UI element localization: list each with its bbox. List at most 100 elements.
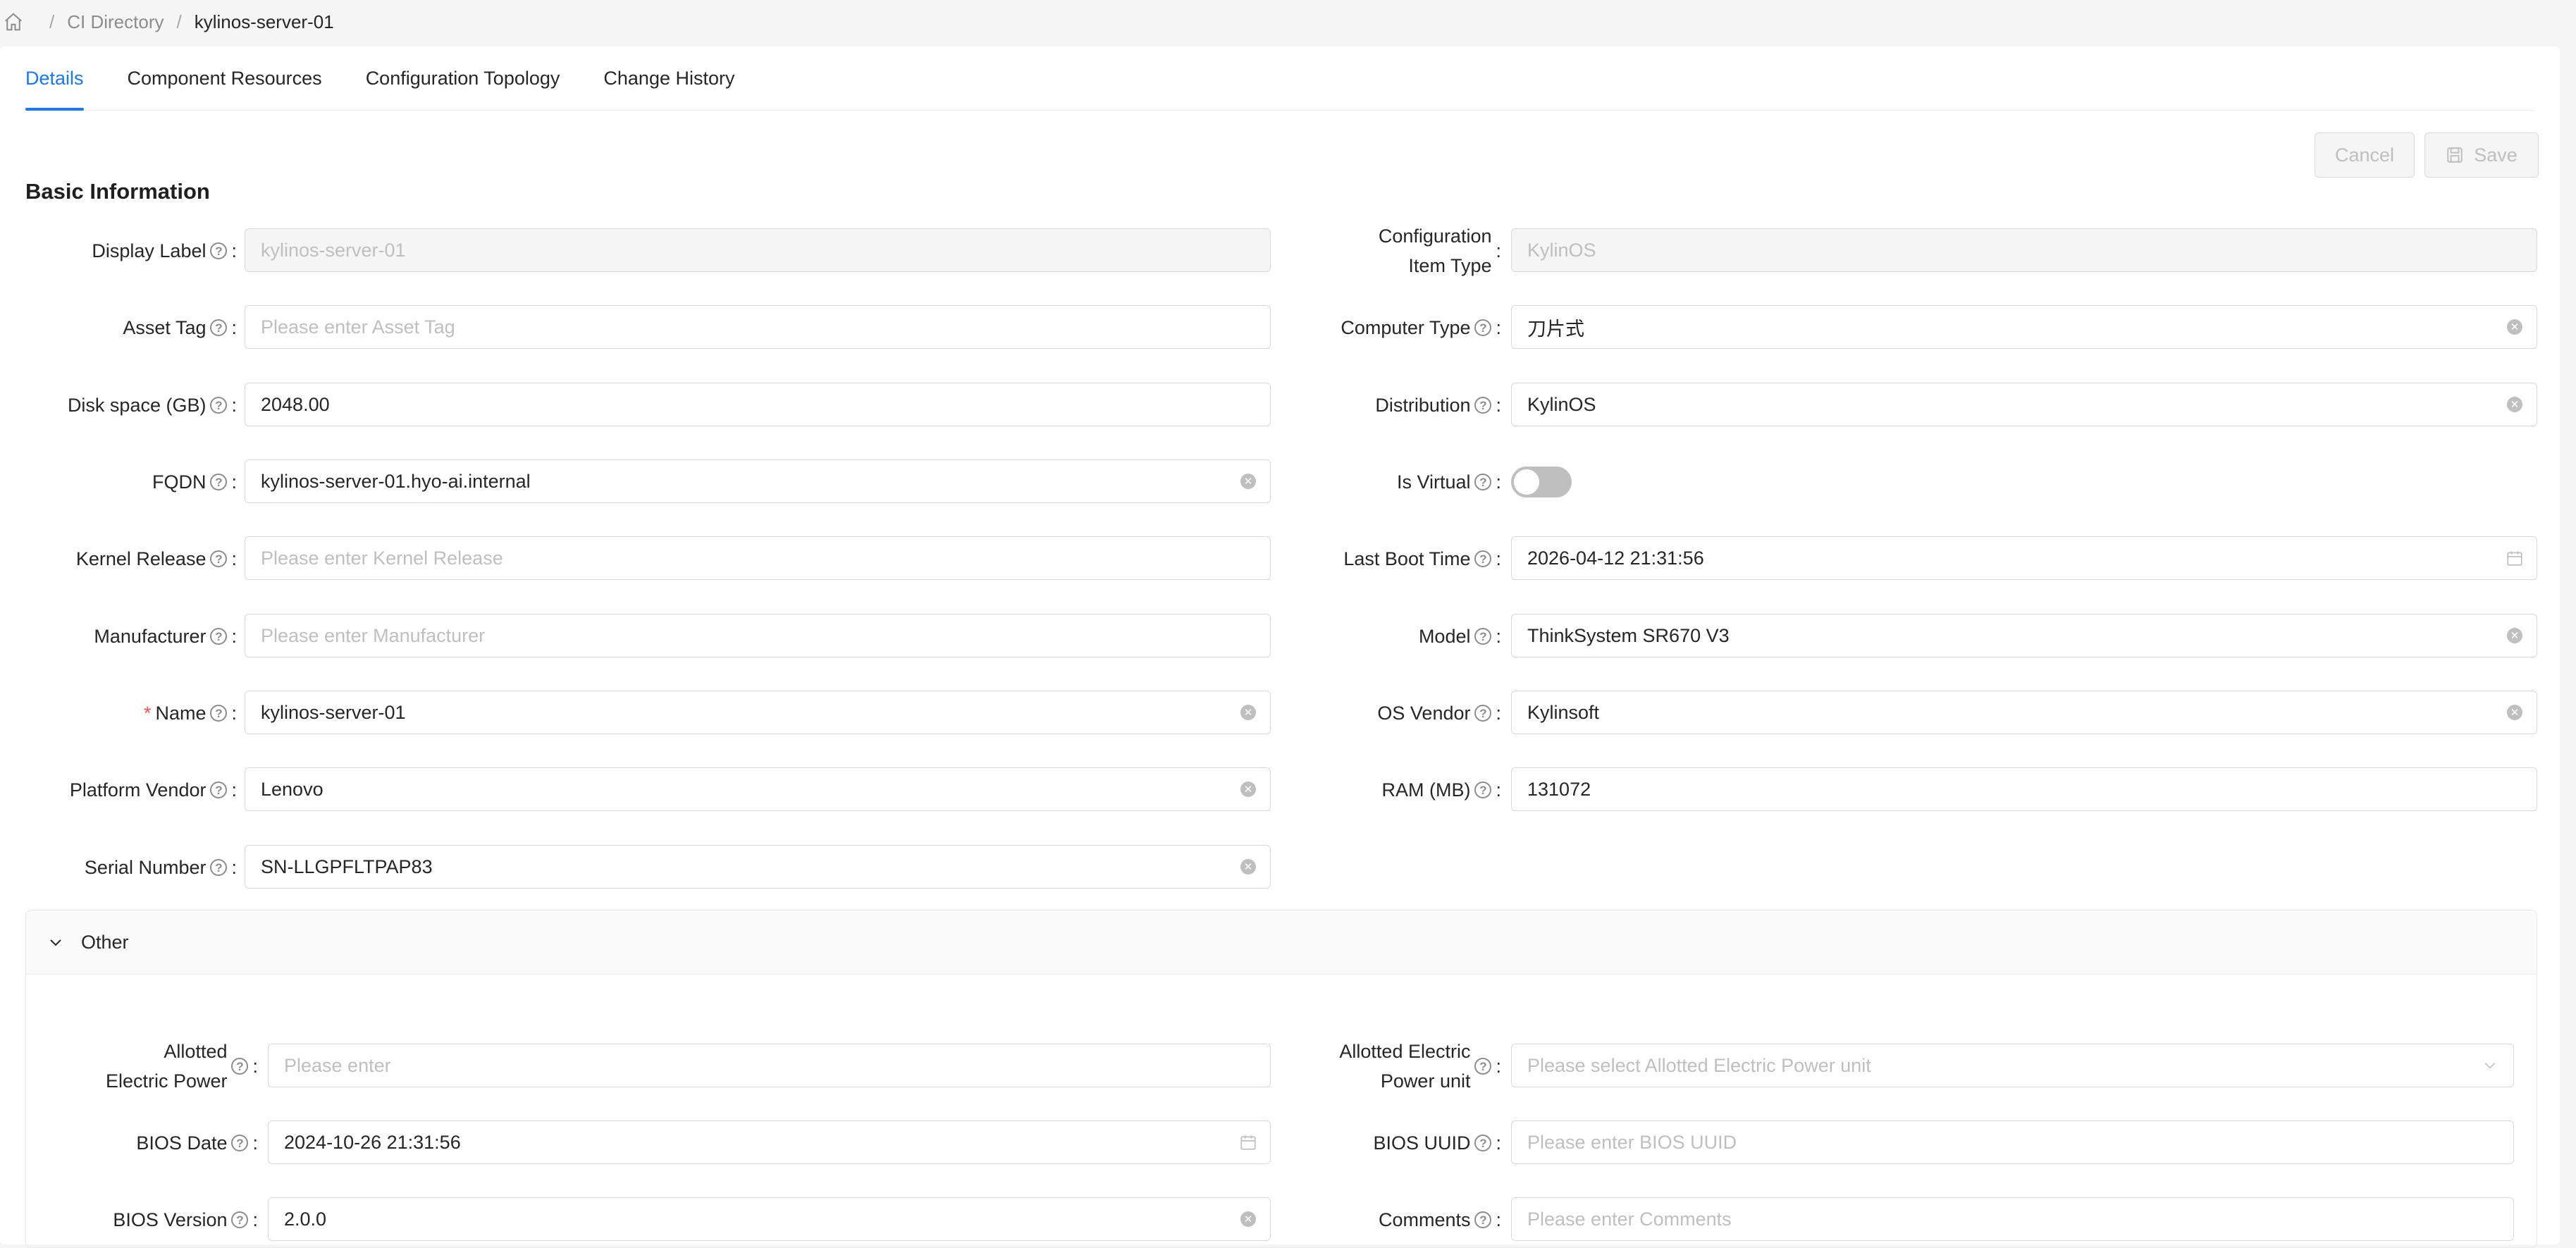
help-icon[interactable]: ? — [210, 397, 228, 414]
clear-icon[interactable]: ✕ — [1240, 859, 1256, 875]
os-vendor-input[interactable]: Kylinsoft ✕ — [1511, 691, 2537, 734]
help-icon[interactable]: ? — [231, 1058, 249, 1075]
label-ci-type: Configuration Item Type: — [1304, 221, 1501, 280]
help-icon[interactable]: ? — [231, 1135, 249, 1151]
help-icon[interactable]: ? — [1474, 1211, 1492, 1228]
label-kernel-release: Kernel Release?: — [25, 544, 237, 574]
is-virtual-toggle[interactable] — [1511, 467, 1572, 498]
last-boot-time-input[interactable]: 2026-04-12 21:31:56 — [1511, 536, 2537, 580]
display-label-input[interactable]: kylinos-server-01 — [245, 228, 1271, 272]
allotted-electric-power-unit-select[interactable]: Please select Allotted Electric Power un… — [1511, 1044, 2514, 1087]
comments-input[interactable]: Please enter Comments — [1511, 1197, 2514, 1241]
calendar-icon[interactable] — [1239, 1133, 1257, 1151]
clear-icon[interactable]: ✕ — [2507, 628, 2522, 643]
manufacturer-input[interactable]: Please enter Manufacturer — [245, 614, 1271, 657]
clear-icon[interactable]: ✕ — [2507, 397, 2522, 412]
kernel-release-input[interactable]: Please enter Kernel Release — [245, 536, 1271, 580]
other-section-header[interactable]: Other — [26, 910, 2537, 975]
ram-input[interactable]: 131072 — [1511, 767, 2537, 811]
bios-uuid-input[interactable]: Please enter BIOS UUID — [1511, 1120, 2514, 1164]
disk-space-input[interactable]: 2048.00 — [245, 383, 1271, 426]
cancel-button[interactable]: Cancel — [2315, 132, 2415, 178]
label-text: Kernel Release — [75, 548, 207, 569]
breadcrumb-ci-directory[interactable]: CI Directory — [67, 11, 164, 33]
computer-type-input[interactable]: 刀片式 ✕ — [1511, 305, 2537, 349]
ci-type-input[interactable]: KylinOS — [1511, 228, 2537, 272]
distribution-input[interactable]: KylinOS ✕ — [1511, 383, 2537, 426]
label-platform-vendor: Platform Vendor?: — [25, 775, 237, 805]
fqdn-input[interactable]: kylinos-server-01.hyo-ai.internal ✕ — [245, 459, 1271, 503]
label-text: Model — [1418, 626, 1471, 647]
clear-icon[interactable]: ✕ — [1240, 474, 1256, 489]
tab-details[interactable]: Details — [25, 47, 84, 111]
label-last-boot-time: Last Boot Time?: — [1304, 544, 1501, 574]
label-os-vendor: OS Vendor?: — [1304, 698, 1501, 728]
label-text: FQDN — [152, 471, 207, 493]
clear-icon[interactable]: ✕ — [1240, 705, 1256, 720]
clear-icon[interactable]: ✕ — [1240, 1211, 1256, 1227]
ci-type-value: KylinOS — [1527, 239, 1596, 261]
breadcrumb-current: kylinos-server-01 — [194, 11, 334, 32]
chevron-down-icon[interactable] — [47, 934, 64, 951]
distribution-value: KylinOS — [1527, 393, 1596, 415]
help-icon[interactable]: ? — [1474, 550, 1492, 567]
model-input[interactable]: ThinkSystem SR670 V3 ✕ — [1511, 614, 2537, 657]
last-boot-time-value: 2026-04-12 21:31:56 — [1527, 547, 1704, 569]
asset-tag-input[interactable]: Please enter Asset Tag — [245, 305, 1271, 349]
clear-icon[interactable]: ✕ — [1240, 781, 1256, 797]
label-allotted-electric-power-unit: Allotted Electric Power unit?: — [1304, 1037, 1501, 1096]
name-input[interactable]: kylinos-server-01 ✕ — [245, 691, 1271, 734]
help-icon[interactable]: ? — [1474, 1135, 1492, 1151]
bios-date-input[interactable]: 2024-10-26 21:31:56 — [268, 1120, 1271, 1164]
bios-version-value: 2.0.0 — [284, 1208, 327, 1230]
help-icon[interactable]: ? — [210, 781, 228, 798]
help-icon[interactable]: ? — [1474, 474, 1492, 490]
help-icon[interactable]: ? — [1474, 1058, 1492, 1075]
label-name: * Name?: — [25, 698, 237, 728]
label-text: Display Label — [92, 240, 207, 261]
clear-icon[interactable]: ✕ — [2507, 705, 2522, 720]
label-text: Distribution — [1375, 395, 1471, 416]
help-icon[interactable]: ? — [231, 1211, 249, 1228]
help-icon[interactable]: ? — [210, 628, 228, 645]
label-manufacturer: Manufacturer?: — [25, 622, 237, 651]
allotted-electric-power-input[interactable]: Please enter — [268, 1044, 1271, 1087]
save-button[interactable]: Save — [2424, 132, 2539, 178]
label-display-label: Display Label?: — [25, 236, 237, 266]
help-icon[interactable]: ? — [210, 859, 228, 876]
serial-number-input[interactable]: SN-LLGPFLTPAP83 ✕ — [245, 845, 1271, 889]
help-icon[interactable]: ? — [1474, 319, 1492, 336]
label-text: BIOS Version — [113, 1209, 228, 1230]
calendar-icon[interactable] — [2506, 549, 2524, 567]
label-ram: RAM (MB)?: — [1304, 775, 1502, 805]
label-text: Configuration Item Type — [1379, 221, 1492, 280]
help-icon[interactable]: ? — [1474, 397, 1492, 414]
tab-component-resources[interactable]: Component Resources — [128, 47, 322, 110]
platform-vendor-input[interactable]: Lenovo ✕ — [245, 767, 1271, 811]
help-icon[interactable]: ? — [1474, 781, 1492, 798]
home-icon[interactable] — [3, 11, 24, 32]
clear-icon[interactable]: ✕ — [2507, 319, 2522, 335]
help-icon[interactable]: ? — [210, 319, 228, 336]
help-icon[interactable]: ? — [210, 242, 228, 259]
platform-vendor-value: Lenovo — [261, 778, 323, 800]
help-icon[interactable]: ? — [210, 474, 228, 490]
chevron-down-icon[interactable] — [2482, 1058, 2498, 1073]
help-icon[interactable]: ? — [210, 705, 228, 722]
tab-change-history[interactable]: Change History — [603, 47, 734, 110]
display-label-value: kylinos-server-01 — [261, 239, 406, 261]
manufacturer-placeholder: Please enter Manufacturer — [261, 624, 486, 646]
label-bios-uuid: BIOS UUID?: — [1304, 1128, 1501, 1158]
comments-placeholder: Please enter Comments — [1527, 1208, 1732, 1230]
help-icon[interactable]: ? — [210, 550, 228, 567]
label-text: Platform Vendor — [69, 779, 207, 801]
help-icon[interactable]: ? — [1474, 705, 1492, 722]
label-bios-date: BIOS Date?: — [25, 1128, 258, 1158]
label-fqdn: FQDN?: — [25, 467, 237, 497]
tab-configuration-topology[interactable]: Configuration Topology — [366, 47, 560, 110]
computer-type-value: 刀片式 — [1527, 318, 1584, 340]
cancel-button-label: Cancel — [2334, 144, 2395, 166]
label-line-1: Allotted Electric — [1339, 1041, 1471, 1062]
bios-version-input[interactable]: 2.0.0 ✕ — [268, 1197, 1271, 1241]
help-icon[interactable]: ? — [1474, 628, 1492, 645]
